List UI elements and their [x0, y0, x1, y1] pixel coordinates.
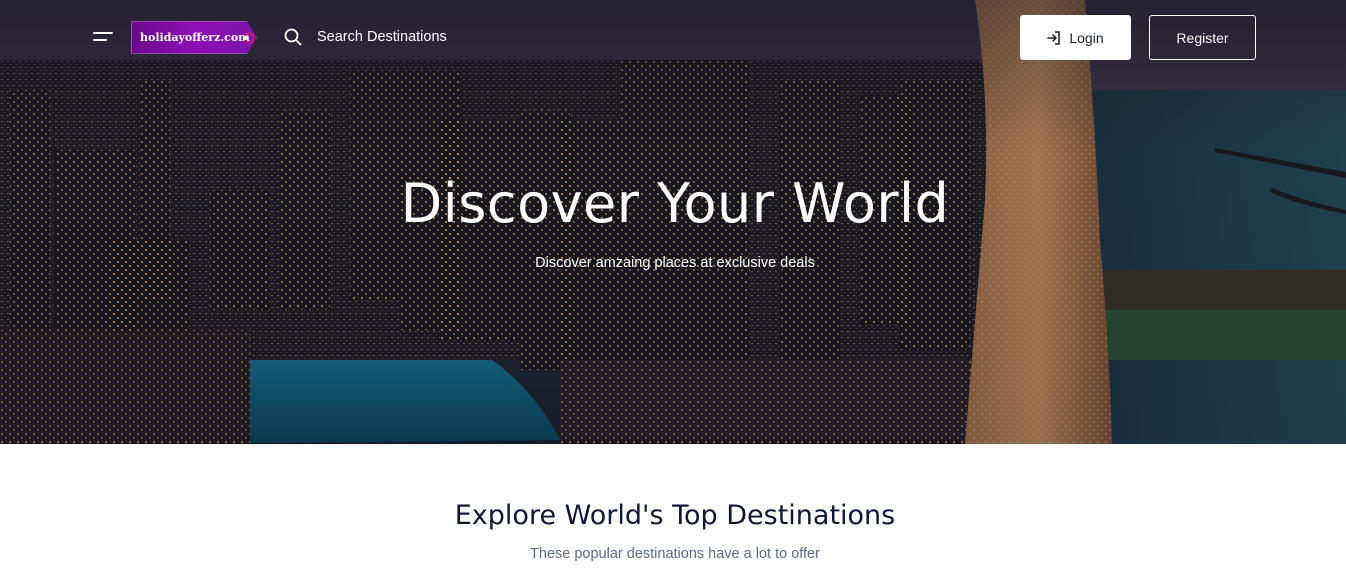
login-button[interactable]: Login — [1020, 15, 1131, 60]
hero-subtitle: Discover amzaing places at exclusive dea… — [535, 255, 815, 271]
hero-title: Discover Your World — [400, 172, 950, 235]
register-label: Register — [1176, 29, 1229, 46]
site-logo[interactable]: holidayofferz.com — [131, 21, 257, 54]
menu-icon[interactable] — [93, 29, 115, 45]
hero-banner: holidayofferz.com Search Destinations Lo… — [0, 0, 1346, 444]
logo-text: holidayofferz.com — [140, 31, 250, 44]
destinations-subtitle: These popular destinations have a lot to… — [530, 546, 820, 562]
search-destinations[interactable]: Search Destinations — [284, 26, 447, 48]
search-label: Search Destinations — [317, 29, 447, 45]
top-navbar: holidayofferz.com Search Destinations Lo… — [0, 0, 1346, 75]
search-icon — [284, 28, 302, 46]
destinations-title: Explore World's Top Destinations — [454, 500, 896, 531]
register-button[interactable]: Register — [1149, 15, 1256, 60]
login-icon — [1047, 30, 1061, 45]
login-label: Login — [1069, 29, 1104, 46]
logo-swirl-icon — [242, 32, 255, 44]
